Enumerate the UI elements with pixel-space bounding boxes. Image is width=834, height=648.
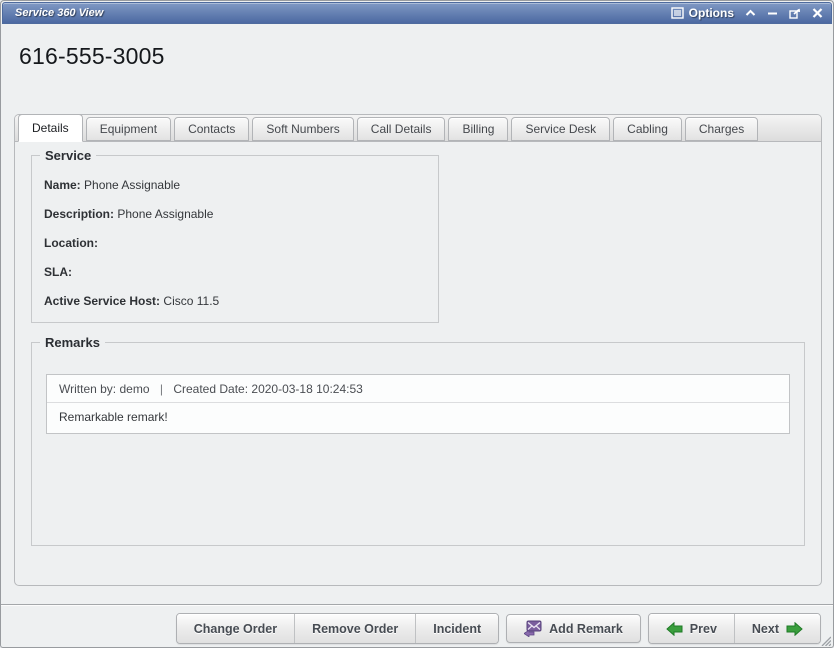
details-tab-content: Service Name: Phone Assignable Descripti… bbox=[15, 155, 821, 599]
tab-service-desk[interactable]: Service Desk bbox=[511, 117, 610, 141]
field-active-service-host: Active Service Host: Cisco 11.5 bbox=[44, 294, 426, 308]
page-title: 616-555-3005 bbox=[19, 43, 165, 70]
prev-button[interactable]: Prev bbox=[649, 614, 734, 643]
field-name: Name: Phone Assignable bbox=[44, 178, 426, 192]
remark-meta-separator: | bbox=[160, 382, 163, 396]
remark-card: Written by: demo | Created Date: 2020-03… bbox=[46, 374, 790, 434]
footer-toolbar: Change Order Remove Order Incident Add R… bbox=[176, 613, 821, 644]
options-button[interactable]: Options bbox=[671, 6, 734, 20]
tab-soft-numbers[interactable]: Soft Numbers bbox=[252, 117, 353, 141]
options-icon bbox=[671, 7, 684, 19]
service-360-window: Service 360 View Options bbox=[0, 0, 834, 648]
close-icon bbox=[812, 8, 823, 18]
titlebar: Service 360 View Options bbox=[2, 2, 832, 24]
resize-grip[interactable] bbox=[819, 633, 831, 645]
field-description: Description: Phone Assignable bbox=[44, 207, 426, 221]
change-order-button[interactable]: Change Order bbox=[177, 614, 294, 643]
maximize-button[interactable] bbox=[789, 8, 801, 19]
remark-written-by-label: Written by: bbox=[59, 382, 116, 396]
tab-strip: Details Equipment Contacts Soft Numbers … bbox=[15, 115, 821, 142]
tab-panel: Details Equipment Contacts Soft Numbers … bbox=[14, 114, 822, 586]
collapse-button[interactable] bbox=[745, 8, 756, 18]
add-remark-label: Add Remark bbox=[549, 622, 623, 636]
tab-cabling[interactable]: Cabling bbox=[613, 117, 682, 141]
maximize-icon bbox=[789, 8, 801, 19]
arrow-left-icon bbox=[666, 622, 683, 636]
minimize-button[interactable] bbox=[767, 8, 778, 18]
options-label: Options bbox=[689, 6, 734, 20]
field-sla-label: SLA: bbox=[44, 265, 72, 279]
service-fieldset: Service Name: Phone Assignable Descripti… bbox=[31, 155, 439, 323]
next-button[interactable]: Next bbox=[734, 614, 820, 643]
field-active-service-host-label: Active Service Host: bbox=[44, 294, 160, 308]
remarks-legend: Remarks bbox=[40, 335, 105, 350]
tab-details[interactable]: Details bbox=[18, 114, 83, 142]
minimize-icon bbox=[767, 8, 778, 18]
tab-billing[interactable]: Billing bbox=[448, 117, 508, 141]
next-label: Next bbox=[752, 622, 779, 636]
field-sla: SLA: bbox=[44, 265, 426, 279]
field-name-label: Name: bbox=[44, 178, 81, 192]
envelope-reply-icon bbox=[524, 620, 542, 637]
field-location: Location: bbox=[44, 236, 426, 250]
remove-order-button[interactable]: Remove Order bbox=[294, 614, 415, 643]
prev-label: Prev bbox=[690, 622, 717, 636]
field-description-value: Phone Assignable bbox=[117, 207, 213, 221]
chevron-up-icon bbox=[745, 8, 756, 18]
remark-created-label: Created Date: bbox=[173, 382, 248, 396]
tab-call-details[interactable]: Call Details bbox=[357, 117, 446, 141]
add-remark-button[interactable]: Add Remark bbox=[506, 614, 641, 643]
remark-text: Remarkable remark! bbox=[47, 403, 789, 433]
remark-meta: Written by: demo | Created Date: 2020-03… bbox=[47, 375, 789, 403]
prev-next-group: Prev Next bbox=[648, 613, 821, 644]
arrow-right-icon bbox=[786, 622, 803, 636]
incident-button[interactable]: Incident bbox=[415, 614, 498, 643]
footer-divider bbox=[1, 604, 833, 605]
remark-author: demo bbox=[119, 382, 149, 396]
window-title: Service 360 View bbox=[11, 7, 103, 19]
service-legend: Service bbox=[40, 148, 96, 163]
remarks-fieldset: Remarks Written by: demo | Created Date:… bbox=[31, 342, 805, 546]
tab-charges[interactable]: Charges bbox=[685, 117, 758, 141]
remark-created-value: 2020-03-18 10:24:53 bbox=[251, 382, 362, 396]
field-location-label: Location: bbox=[44, 236, 98, 250]
field-active-service-host-value: Cisco 11.5 bbox=[163, 294, 219, 308]
tab-equipment[interactable]: Equipment bbox=[86, 117, 171, 141]
field-description-label: Description: bbox=[44, 207, 114, 221]
tab-contacts[interactable]: Contacts bbox=[174, 117, 249, 141]
close-button[interactable] bbox=[812, 8, 823, 18]
order-actions-group: Change Order Remove Order Incident bbox=[176, 613, 499, 644]
field-name-value: Phone Assignable bbox=[84, 178, 180, 192]
